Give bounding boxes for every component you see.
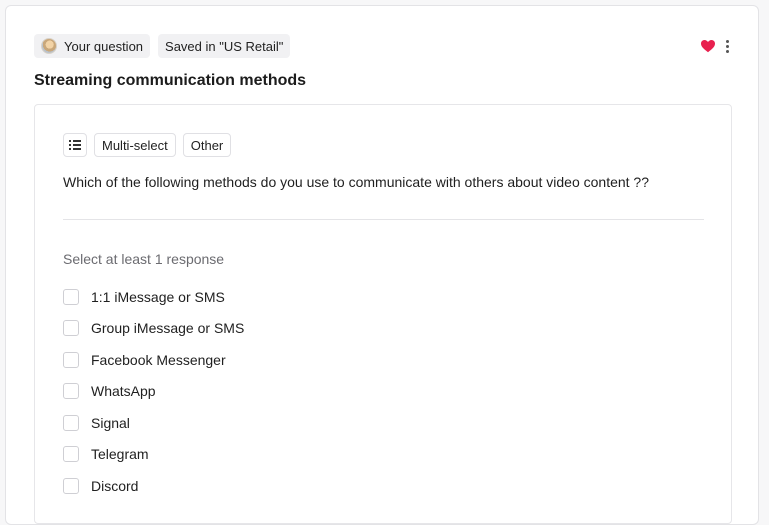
checkbox[interactable] (63, 288, 79, 305)
option-label: WhatsApp (91, 383, 156, 400)
option-group-imessage[interactable]: Group iMessage or SMS (63, 313, 244, 345)
tag-other: Other (182, 133, 232, 157)
option-telegram[interactable]: Telegram (63, 439, 244, 471)
list-icon (69, 140, 81, 150)
option-1to1-imessage[interactable]: 1:1 iMessage or SMS (63, 281, 244, 313)
saved-in-label: Saved in "US Retail" (165, 38, 284, 54)
response-hint: Select at least 1 response (63, 251, 225, 267)
heart-icon[interactable] (700, 38, 716, 54)
card-actions (700, 38, 730, 54)
checkbox[interactable] (63, 477, 79, 494)
question-body: Multi-select Other Which of the followin… (34, 104, 732, 524)
question-text: Which of the following methods do you us… (63, 174, 650, 190)
question-type-icon-box (63, 133, 87, 157)
your-question-label: Your question (64, 38, 144, 54)
option-label: Facebook Messenger (91, 351, 226, 368)
checkbox[interactable] (63, 383, 79, 400)
checkbox[interactable] (63, 351, 79, 368)
avatar (41, 38, 57, 54)
question-tags: Multi-select Other (63, 133, 232, 157)
header-chips: Your question Saved in "US Retail" (34, 34, 291, 58)
tag-multi-select: Multi-select (94, 133, 176, 157)
option-label: 1:1 iMessage or SMS (91, 288, 225, 305)
option-label: Group iMessage or SMS (91, 320, 245, 337)
checkbox[interactable] (63, 320, 79, 337)
option-label: Signal (91, 414, 130, 431)
options-list: 1:1 iMessage or SMS Group iMessage or SM… (63, 281, 244, 502)
option-discord[interactable]: Discord (63, 470, 244, 502)
checkbox[interactable] (63, 446, 79, 463)
your-question-chip[interactable]: Your question (34, 34, 151, 58)
more-options-icon[interactable] (724, 39, 730, 53)
option-label: Discord (91, 477, 139, 494)
option-signal[interactable]: Signal (63, 407, 244, 439)
question-card: Your question Saved in "US Retail" Strea… (5, 5, 759, 525)
option-facebook-messenger[interactable]: Facebook Messenger (63, 344, 244, 376)
option-whatsapp[interactable]: WhatsApp (63, 376, 244, 408)
option-label: Telegram (91, 446, 149, 463)
checkbox[interactable] (63, 414, 79, 431)
page-title: Streaming communication methods (34, 72, 307, 89)
saved-in-chip[interactable]: Saved in "US Retail" (158, 34, 291, 58)
divider (63, 219, 704, 220)
